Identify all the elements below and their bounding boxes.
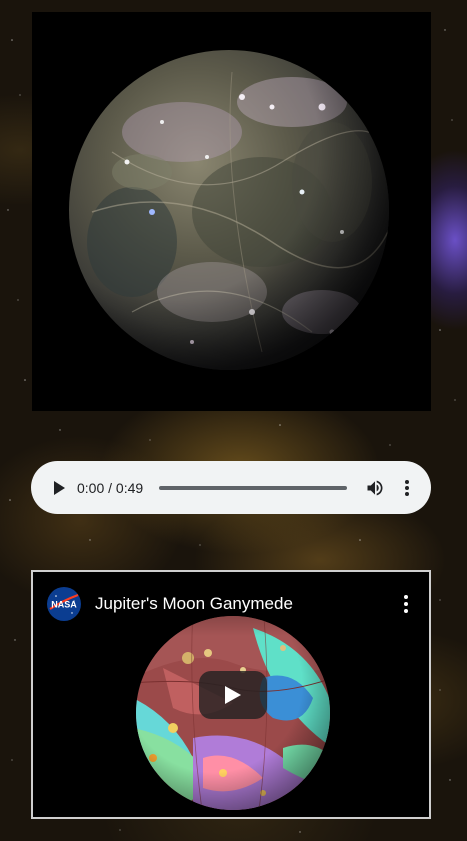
audio-options-button[interactable] [397,478,417,498]
ganymede-planet-illustration [69,50,389,370]
more-vertical-icon [405,479,409,496]
more-dot [404,609,408,613]
youtube-video-embed[interactable]: NASA Jupiter's Moon Ganymede [31,570,431,819]
video-play-button[interactable] [199,671,267,719]
youtube-play-icon [225,686,241,704]
more-dot [404,602,408,606]
audio-time-display: 0:00 / 0:49 [77,479,144,496]
ganymede-image [32,12,431,411]
play-icon [54,480,65,495]
video-more-button[interactable] [397,592,415,616]
video-header: NASA Jupiter's Moon Ganymede [33,572,429,636]
play-button[interactable] [49,478,69,498]
audio-progress-slider[interactable] [159,485,347,490]
nasa-logo-text: NASA [51,600,77,610]
video-title[interactable]: Jupiter's Moon Ganymede [95,594,397,614]
nasa-channel-logo[interactable]: NASA [47,587,81,621]
mute-button[interactable] [365,478,385,498]
more-dot [404,595,408,599]
audio-player[interactable]: 0:00 / 0:49 [31,461,431,514]
volume-icon [367,480,383,495]
